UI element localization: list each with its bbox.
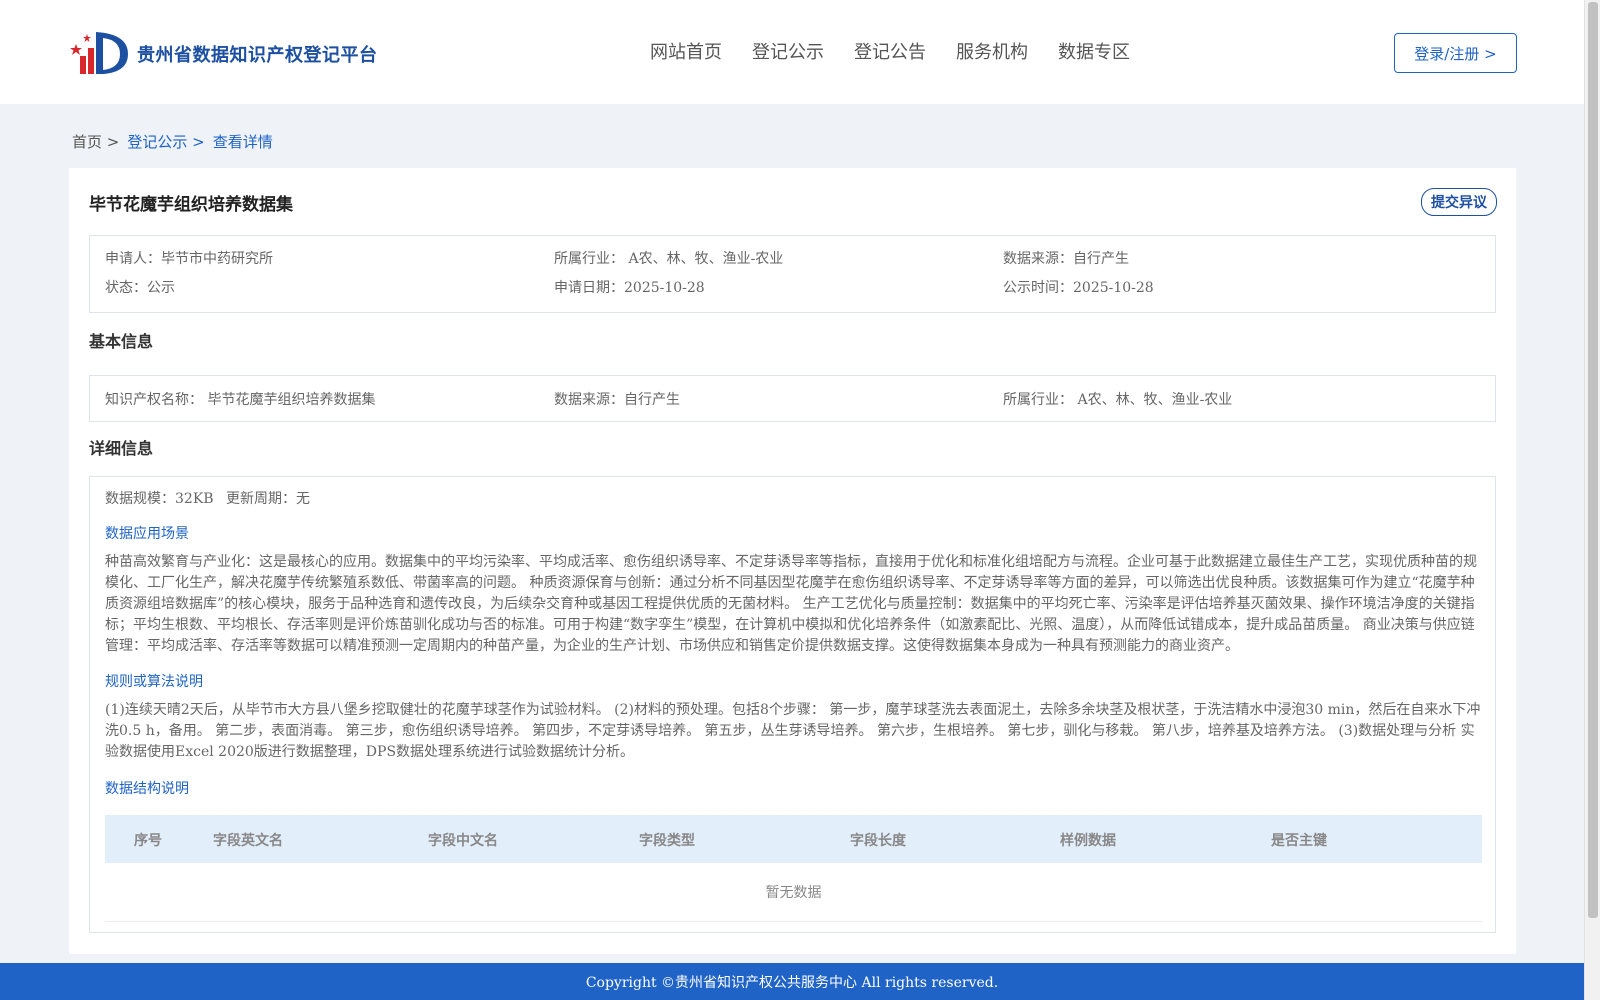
- industry-field: 所属行业： A农、林、牧、渔业-农业: [554, 251, 784, 267]
- scenario-heading: 数据应用场景: [105, 526, 189, 542]
- column-header-index: 序号: [134, 833, 162, 849]
- site-header: 贵州省数据知识产权登记平台 网站首页 登记公示 登记公告 服务机构 数据专区 登…: [0, 0, 1584, 104]
- vertical-scrollbar[interactable]: [1584, 0, 1600, 1000]
- scenario-text: 种苗高效繁育与产业化：这是最核心的应用。数据集中的平均污染率、平均成活率、愈伤组…: [105, 554, 1477, 654]
- basic-info-panel: 知识产权名称： 毕节花魔芋组织培养数据集 数据来源：自行产生 所属行业： A农、…: [89, 375, 1496, 422]
- summary-panel: 申请人：毕节市中药研究所 所属行业： A农、林、牧、渔业-农业 数据来源：自行产…: [89, 235, 1496, 313]
- structure-table-header: 序号 字段英文名 字段中文名 字段类型 字段长度 样例数据 是否主键: [105, 815, 1482, 863]
- page-title: 毕节花魔芋组织培养数据集: [89, 195, 293, 215]
- ip-name-field: 知识产权名称： 毕节花魔芋组织培养数据集: [105, 392, 376, 408]
- algorithm-text: (1)连续天晴2天后，从毕节市大方县八堡乡挖取健壮的花魔芋球茎作为试验材料。 (…: [105, 702, 1481, 760]
- nav-item-data-zone[interactable]: 数据专区: [1058, 38, 1130, 64]
- structure-heading: 数据结构说明: [105, 781, 189, 797]
- column-header-primary-key: 是否主键: [1271, 833, 1327, 849]
- breadcrumb: 首页 > 登记公示 > 查看详情: [72, 131, 273, 152]
- scrollbar-thumb[interactable]: [1588, 2, 1598, 918]
- site-footer: Copyright ©贵州省知识产权公共服务中心 All rights rese…: [0, 963, 1584, 1000]
- nav-item-announcement[interactable]: 登记公告: [854, 38, 926, 64]
- table-divider: [105, 921, 1482, 922]
- basic-industry-field: 所属行业： A农、林、牧、渔业-农业: [1003, 392, 1233, 408]
- nav-item-home[interactable]: 网站首页: [650, 38, 722, 64]
- data-scale-field: 数据规模：32KB: [105, 491, 214, 507]
- detail-card: 毕节花魔芋组织培养数据集 提交异议 申请人：毕节市中药研究所 所属行业： A农、…: [69, 168, 1516, 954]
- status-field: 状态：公示: [105, 280, 175, 296]
- publicity-date-field: 公示时间：2025-10-28: [1003, 280, 1154, 296]
- algorithm-heading: 规则或算法说明: [105, 674, 203, 690]
- breadcrumb-home[interactable]: 首页 >: [72, 131, 119, 152]
- nav-item-publicity[interactable]: 登记公示: [752, 38, 824, 64]
- update-cycle-field: 更新周期：无: [226, 491, 310, 507]
- login-register-button[interactable]: 登录/注册 >: [1394, 33, 1517, 73]
- breadcrumb-publicity[interactable]: 登记公示 >: [127, 131, 204, 152]
- detail-info-heading: 详细信息: [89, 439, 154, 458]
- column-header-english-name: 字段英文名: [213, 833, 283, 849]
- column-header-sample: 样例数据: [1060, 833, 1116, 849]
- platform-logo-icon[interactable]: [70, 26, 130, 78]
- data-source-field: 数据来源：自行产生: [1003, 251, 1129, 267]
- detail-info-panel: 数据规模：32KB 更新周期：无 数据应用场景 种苗高效繁育与产业化：这是最核心…: [89, 476, 1496, 933]
- basic-data-source-field: 数据来源：自行产生: [554, 392, 680, 408]
- brand-name[interactable]: 贵州省数据知识产权登记平台: [137, 41, 378, 67]
- column-header-chinese-name: 字段中文名: [428, 833, 498, 849]
- table-empty-text: 暂无数据: [765, 885, 822, 901]
- applicant-field: 申请人：毕节市中药研究所: [105, 251, 273, 267]
- breadcrumb-current: 查看详情: [212, 133, 273, 151]
- nav-item-service-agency[interactable]: 服务机构: [956, 38, 1028, 64]
- main-nav: 网站首页 登记公示 登记公告 服务机构 数据专区: [650, 38, 1130, 64]
- column-header-length: 字段长度: [850, 833, 906, 849]
- copyright-text: Copyright ©贵州省知识产权公共服务中心 All rights rese…: [585, 974, 999, 991]
- apply-date-field: 申请日期：2025-10-28: [554, 280, 705, 296]
- column-header-type: 字段类型: [639, 833, 695, 849]
- basic-info-heading: 基本信息: [89, 332, 154, 351]
- submit-objection-button[interactable]: 提交异议: [1421, 188, 1497, 216]
